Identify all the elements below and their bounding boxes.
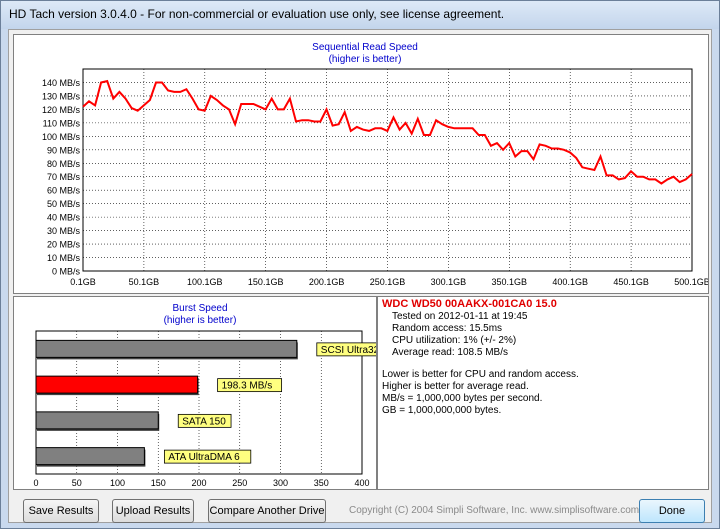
burst-x-tick-label: 250 (232, 478, 247, 488)
copyright-text: Copyright (C) 2004 Simpli Software, Inc.… (349, 505, 640, 516)
done-button[interactable]: Done (639, 499, 705, 523)
cpu-utilization: CPU utilization: 1% (+/- 2%) (392, 335, 517, 346)
drive-info-panel: WDC WD50 00AAKX-001CA0 15.0 Tested on 20… (377, 296, 709, 490)
seq-x-tick-label: 200.1GB (309, 277, 345, 287)
burst-bar-label: SATA 150 (182, 416, 226, 427)
compare-another-drive-button[interactable]: Compare Another Drive (208, 499, 326, 523)
seq-chart-title: Sequential Read Speed (312, 42, 418, 53)
seq-chart-subtitle: (higher is better) (329, 54, 402, 65)
burst-x-tick-label: 200 (191, 478, 206, 488)
seq-x-tick-label: 250.1GB (370, 277, 406, 287)
title-bar[interactable]: HD Tach version 3.0.4.0 - For non-commer… (1, 1, 719, 29)
seq-x-tick-label: 350.1GB (492, 277, 528, 287)
burst-x-tick-label: 150 (151, 478, 166, 488)
burst-bar (35, 375, 199, 394)
burst-bar (35, 411, 159, 430)
burst-x-tick-label: 50 (72, 478, 82, 488)
seq-y-tick-label: 130 MB/s (42, 91, 81, 101)
seq-y-tick-label: 100 MB/s (42, 132, 81, 142)
burst-x-tick-label: 400 (354, 478, 369, 488)
seq-y-tick-label: 30 MB/s (47, 226, 81, 236)
burst-x-tick-label: 100 (110, 478, 125, 488)
seq-x-tick-label: 450.1GB (613, 277, 649, 287)
burst-x-tick-label: 0 (33, 478, 38, 488)
burst-bar-label: SCSI Ultra320 (321, 345, 376, 356)
average-read: Average read: 108.5 MB/s (392, 347, 508, 358)
seq-y-tick-label: 40 MB/s (47, 213, 81, 223)
seq-x-tick-label: 300.1GB (431, 277, 467, 287)
note-line: Higher is better for average read. (382, 381, 529, 392)
burst-bar (35, 447, 145, 466)
burst-x-tick-label: 300 (273, 478, 288, 488)
sequential-read-chart: Sequential Read Speed (higher is better)… (42, 42, 710, 287)
save-results-button[interactable]: Save Results (23, 499, 99, 523)
seq-y-tick-label: 140 MB/s (42, 78, 81, 88)
sequential-read-panel: Sequential Read Speed (higher is better)… (13, 34, 710, 294)
window-title: HD Tach version 3.0.4.0 - For non-commer… (9, 7, 505, 21)
seq-x-tick-label: 50.1GB (129, 277, 160, 287)
note-line: Lower is better for CPU and random acces… (382, 369, 579, 380)
app-window: HD Tach version 3.0.4.0 - For non-commer… (0, 0, 720, 529)
burst-speed-panel: Burst Speed (higher is better) SCSI Ultr… (13, 296, 398, 490)
note-line: MB/s = 1,000,000 bytes per second. (382, 393, 543, 404)
seq-y-tick-label: 120 MB/s (42, 105, 81, 115)
seq-y-tick-label: 10 MB/s (47, 253, 81, 263)
tested-on: Tested on 2012-01-11 at 19:45 (392, 311, 528, 322)
seq-x-tick-label: 400.1GB (552, 277, 588, 287)
burst-bar (35, 339, 298, 358)
seq-y-tick-label: 20 MB/s (47, 240, 81, 250)
seq-y-tick-label: 60 MB/s (47, 186, 81, 196)
burst-speed-chart: Burst Speed (higher is better) SCSI Ultr… (33, 303, 398, 488)
note-line: GB = 1,000,000,000 bytes. (382, 405, 502, 416)
burst-chart-subtitle: (higher is better) (164, 315, 237, 326)
seq-x-tick-label: 0.1GB (70, 277, 96, 287)
upload-results-button[interactable]: Upload Results (112, 499, 194, 523)
seq-y-tick-label: 110 MB/s (43, 118, 81, 128)
seq-x-tick-label: 500.1GB (674, 277, 708, 287)
random-access: Random access: 15.5ms (392, 323, 503, 334)
seq-x-tick-label: 150.1GB (248, 277, 284, 287)
burst-bar-label: 198.3 MB/s (222, 381, 273, 392)
burst-x-tick-label: 350 (314, 478, 329, 488)
seq-y-tick-label: 80 MB/s (47, 159, 81, 169)
burst-chart-title: Burst Speed (172, 303, 227, 314)
seq-y-tick-label: 50 MB/s (47, 199, 81, 209)
drive-name: WDC WD50 00AAKX-001CA0 15.0 (382, 298, 557, 310)
burst-bar-label: ATA UltraDMA 6 (168, 452, 240, 463)
seq-y-tick-label: 70 MB/s (47, 172, 81, 182)
seq-y-tick-label: 90 MB/s (47, 145, 81, 155)
seq-y-tick-label: 0 MB/s (52, 267, 81, 277)
seq-x-tick-label: 100.1GB (187, 277, 223, 287)
client-area: Sequential Read Speed (higher is better)… (8, 29, 712, 523)
